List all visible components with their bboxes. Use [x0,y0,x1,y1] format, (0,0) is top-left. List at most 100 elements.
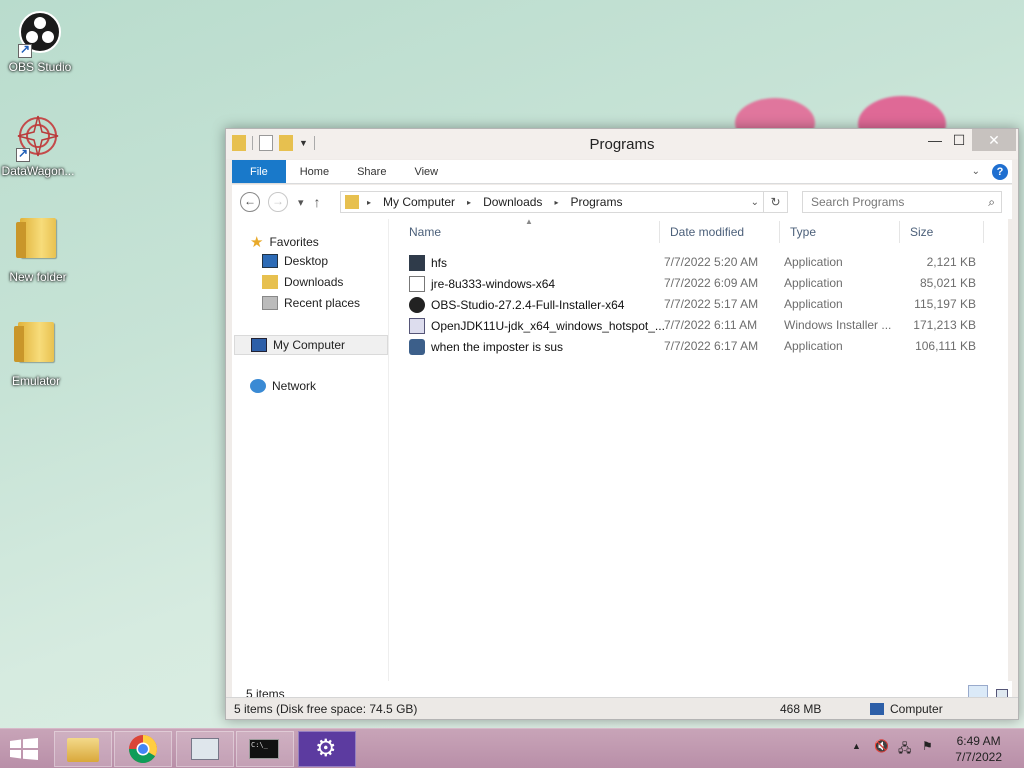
recent-locations-icon[interactable]: ▾ [298,196,304,209]
file-date: 7/7/2022 6:11 AM [664,318,758,332]
nav-label: Network [272,379,317,393]
window-title: Programs [589,136,655,153]
desktop-icon-emulator[interactable]: Emulator [0,318,74,388]
forward-button[interactable]: → [268,192,288,212]
file-size: 115,197 KB [914,297,976,311]
table-row[interactable]: OBS-Studio-27.2.4-Full-Installer-x64 7/7… [389,294,1008,315]
breadcrumb-my-computer[interactable]: My Computer [379,195,459,209]
nav-label: Downloads [284,275,344,289]
maximize-button[interactable]: ☐ [944,129,974,151]
taskbar-settings-app[interactable]: ⚙ [298,731,356,767]
network-tray-icon[interactable]: 🖧 [898,739,911,760]
desktop-icon-datawagon[interactable]: DataWagon... [0,112,76,178]
up-button[interactable]: ↑ [314,194,321,210]
help-icon[interactable]: ? [992,163,1008,180]
address-bar[interactable]: ▸ My Computer ▸ Downloads ▸ Programs ⌄ [340,191,764,213]
explorer-window: ▼ Programs — ☐ ✕ File Home Share View ⌄ … [225,128,1019,720]
column-size[interactable]: Size [910,225,933,245]
file-type: Application [784,297,843,311]
breadcrumb-separator[interactable]: ▸ [459,198,479,207]
address-dropdown-icon[interactable]: ⌄ [751,197,759,208]
windows-logo-icon [10,738,38,760]
gear-icon: ⚙ [315,735,337,762]
search-placeholder: Search Programs [811,195,905,209]
status-location: Computer [890,702,943,716]
tab-file[interactable]: File [232,160,286,183]
folder-icon [14,218,62,266]
nav-desktop[interactable]: Desktop [262,254,328,268]
folder-small-icon [345,195,359,209]
nav-label: Desktop [284,254,329,268]
title-bar[interactable]: ▼ Programs — ☐ ✕ [226,129,1018,159]
expand-ribbon-icon[interactable]: ⌄ [972,166,980,177]
tab-view[interactable]: View [400,160,452,183]
taskbar-file-explorer[interactable] [54,731,112,767]
show-hidden-icons[interactable]: ▲ [852,741,861,751]
breadcrumb-separator[interactable]: ▸ [359,198,379,207]
file-name: OpenJDK11U-jdk_x64_windows_hotspot_... [431,319,665,333]
file-date: 7/7/2022 5:17 AM [664,297,759,311]
recent-places-icon [262,296,278,310]
file-name: hfs [431,256,448,270]
back-button[interactable]: ← [240,192,260,212]
datawagon-icon [14,112,62,162]
shortcut-arrow-icon [16,146,30,162]
taskbar-chrome[interactable] [114,731,172,767]
file-name: jre-8u333-windows-x64 [431,277,556,291]
file-name: OBS-Studio-27.2.4-Full-Installer-x64 [431,298,625,312]
navigation-pane: ★ Favorites Desktop Downloads Recent pla… [232,219,389,681]
table-row[interactable]: hfs 7/7/2022 5:20 AM Application 2,121 K… [389,252,1008,273]
tab-share[interactable]: Share [343,160,400,183]
desktop-icon-label: OBS Studio [8,60,72,74]
address-toolbar: ← → ▾ ↑ ▸ My Computer ▸ Downloads ▸ Prog… [232,185,1012,219]
search-input[interactable]: Search Programs ⌕ [802,191,1002,213]
close-button[interactable]: ✕ [972,129,1016,151]
ribbon: File Home Share View ⌄ ? [232,160,1012,184]
desktop-icon [262,254,278,268]
file-list: ▲ Name Date modified Type Size hfs 7/7/2… [389,217,1008,681]
file-date: 7/7/2022 6:09 AM [664,276,759,290]
breadcrumb-programs[interactable]: Programs [566,195,626,209]
file-name: when the imposter is sus [431,340,564,354]
taskbar-resource-monitor[interactable] [176,731,234,767]
table-row[interactable]: when the imposter is sus 7/7/2022 6:17 A… [389,336,1008,357]
file-size: 171,213 KB [913,318,976,332]
computer-icon [251,338,267,352]
nav-my-computer[interactable]: My Computer [234,335,388,355]
clock-date: 7/7/2022 [955,750,1002,764]
breadcrumb-downloads[interactable]: Downloads [479,195,546,209]
nav-downloads[interactable]: Downloads [262,275,343,289]
tab-home[interactable]: Home [286,160,343,183]
resource-monitor-icon [191,738,219,760]
search-icon[interactable]: ⌕ [988,192,995,212]
breadcrumb-separator[interactable]: ▸ [546,198,566,207]
installer-icon [409,318,425,334]
nav-label: My Computer [273,338,346,352]
desktop-icon-label: Emulator [11,374,61,388]
file-type: Application [784,255,843,269]
desktop-icon-new-folder[interactable]: New folder [0,214,76,284]
action-center-icon[interactable]: ⚑ [922,739,933,753]
column-name[interactable]: Name [409,225,441,245]
nav-recent-places[interactable]: Recent places [262,296,360,310]
table-row[interactable]: jre-8u333-windows-x64 7/7/2022 6:09 AM A… [389,273,1008,294]
nav-favorites[interactable]: ★ Favorites [250,233,319,251]
refresh-button[interactable]: ↻ [764,191,788,213]
column-date-modified[interactable]: Date modified [670,225,744,245]
status-disk-space: 5 items (Disk free space: 74.5 GB) [234,702,418,716]
java-icon [409,276,425,292]
speaker-muted-icon[interactable]: 🔇 [874,739,889,753]
column-headers: ▲ Name Date modified Type Size [389,217,1008,245]
file-type: Windows Installer ... [784,318,892,332]
taskbar-command-prompt[interactable]: C:\_ [236,731,294,767]
column-type[interactable]: Type [790,225,816,245]
table-row[interactable]: OpenJDK11U-jdk_x64_windows_hotspot_... 7… [389,315,1008,336]
app-icon [409,339,425,355]
desktop-icon-obs-studio[interactable]: OBS Studio [2,8,78,74]
obs-icon [16,8,64,58]
taskbar-clock[interactable]: 6:49 AM 7/7/2022 [955,733,1002,765]
file-explorer-icon [67,738,99,762]
start-button[interactable] [10,738,38,763]
desktop-icon-label: New folder [9,270,67,284]
nav-network[interactable]: Network [250,379,316,393]
